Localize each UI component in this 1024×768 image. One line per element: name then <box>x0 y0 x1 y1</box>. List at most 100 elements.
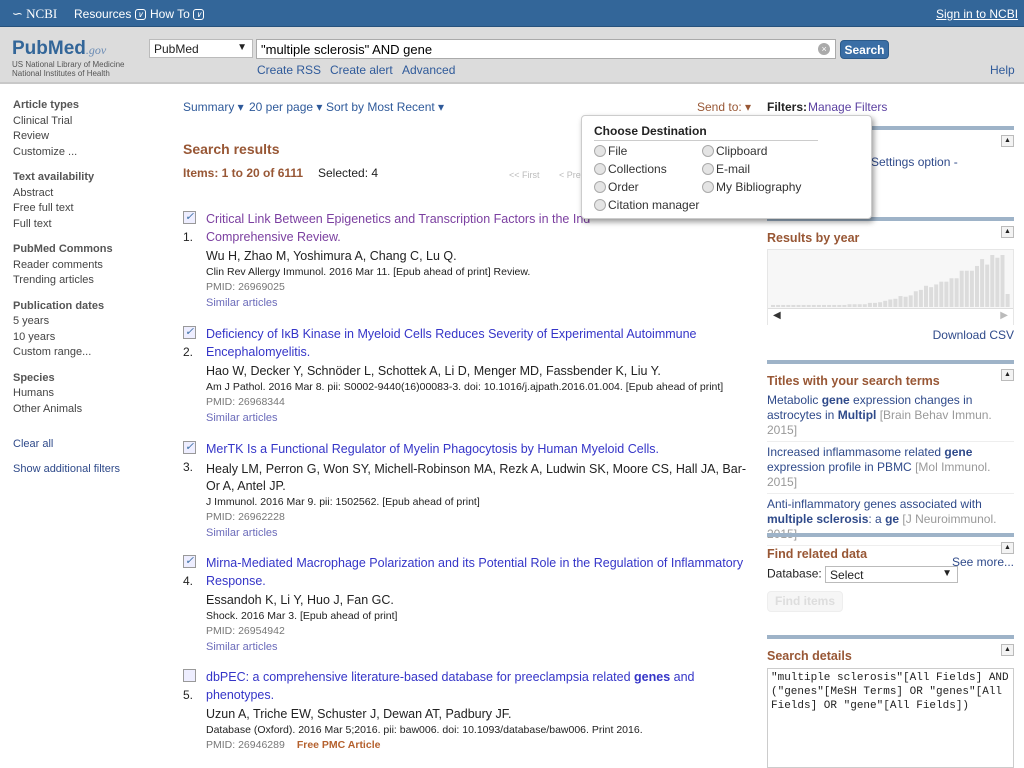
similar-articles-link[interactable]: Similar articles <box>206 412 278 424</box>
filter-item[interactable]: 5 years <box>13 314 120 330</box>
clear-icon[interactable]: × <box>818 43 830 55</box>
year-bar[interactable] <box>811 304 816 307</box>
howto-menu[interactable]: How To ∨ <box>150 7 205 21</box>
year-bar[interactable] <box>806 304 811 307</box>
result-checkbox[interactable]: ✓ <box>183 326 196 339</box>
year-bar[interactable] <box>975 265 979 307</box>
year-bar[interactable] <box>776 304 781 307</box>
sign-in-link[interactable]: Sign in to NCBI <box>936 7 1018 21</box>
summary-format-menu[interactable]: Summary ▾ <box>183 100 244 114</box>
year-bar[interactable] <box>847 304 852 307</box>
destination-option-file[interactable]: File <box>594 144 627 158</box>
year-bar[interactable] <box>796 304 801 307</box>
scroll-left-icon[interactable]: ◀ <box>773 310 781 321</box>
filter-item[interactable]: Custom range... <box>13 345 120 361</box>
filter-item[interactable]: Full text <box>13 217 120 233</box>
result-checkbox[interactable]: ✓ <box>183 211 196 224</box>
collapse-icon[interactable]: ▲ <box>1001 135 1014 147</box>
show-additional-filters-link[interactable]: Show additional filters <box>13 462 120 478</box>
year-bar[interactable] <box>898 296 903 307</box>
filter-item[interactable]: Trending articles <box>13 273 120 289</box>
sort-menu[interactable]: Sort by Most Recent ▾ <box>326 100 444 114</box>
filter-item[interactable]: Reader comments <box>13 258 120 274</box>
filter-item[interactable]: Customize ... <box>13 145 120 161</box>
year-bar[interactable] <box>888 299 893 307</box>
related-database-select[interactable]: Select ▼ <box>825 566 959 583</box>
destination-option-citation-manager[interactable]: Citation manager <box>594 198 699 212</box>
advanced-link[interactable]: Advanced <box>402 63 455 77</box>
create-rss-link[interactable]: Create RSS <box>257 63 321 77</box>
year-bar[interactable] <box>1000 255 1005 307</box>
result-checkbox[interactable]: ✓ <box>183 555 196 568</box>
filter-item[interactable]: Review <box>13 129 120 145</box>
year-bar[interactable] <box>903 296 908 307</box>
result-checkbox[interactable] <box>183 669 196 682</box>
radio-icon[interactable] <box>702 181 714 193</box>
destination-option-e-mail[interactable]: E-mail <box>702 162 750 176</box>
search-details-textarea[interactable]: "multiple sclerosis"[All Fields] AND ("g… <box>767 668 1014 768</box>
title-suggestion-link[interactable]: Metabolic gene expression changes in ast… <box>767 390 1014 442</box>
collapse-icon[interactable]: ▲ <box>1001 369 1014 381</box>
year-bar[interactable] <box>816 304 821 307</box>
radio-icon[interactable] <box>594 199 606 211</box>
similar-articles-link[interactable]: Similar articles <box>206 527 278 539</box>
year-bar[interactable] <box>771 304 775 307</box>
find-items-button[interactable]: Find items <box>767 591 843 612</box>
destination-option-my-bibliography[interactable]: My Bibliography <box>702 180 801 194</box>
send-to-menu[interactable]: Send to: ▾ <box>697 100 751 114</box>
year-bar[interactable] <box>857 304 862 307</box>
year-bar[interactable] <box>791 304 796 307</box>
filter-item[interactable]: 10 years <box>13 330 120 346</box>
year-bar[interactable] <box>954 278 959 307</box>
year-bar[interactable] <box>893 298 898 307</box>
year-bar[interactable] <box>883 300 888 307</box>
scroll-right-icon[interactable]: ▶ <box>1000 310 1008 321</box>
resources-menu[interactable]: Resources ∨ <box>74 7 146 21</box>
year-bar[interactable] <box>934 284 939 307</box>
result-title-link[interactable]: Deficiency of IκB Kinase in Myeloid Cell… <box>206 327 697 359</box>
search-button[interactable]: Search <box>840 40 889 59</box>
similar-articles-link[interactable]: Similar articles <box>206 641 278 653</box>
year-bar[interactable] <box>949 278 954 307</box>
database-select[interactable]: PubMed ▼ <box>149 39 253 58</box>
search-input[interactable]: "multiple sclerosis" AND gene × <box>256 39 836 59</box>
per-page-menu[interactable]: 20 per page ▾ <box>249 100 322 114</box>
filter-item[interactable]: Free full text <box>13 201 120 217</box>
radio-icon[interactable] <box>594 145 606 157</box>
year-bar[interactable] <box>918 289 923 307</box>
year-bar[interactable] <box>852 304 857 307</box>
year-bar[interactable] <box>867 302 872 307</box>
year-bar[interactable] <box>939 281 944 307</box>
radio-icon[interactable] <box>702 163 714 175</box>
create-alert-link[interactable]: Create alert <box>330 63 393 77</box>
similar-articles-link[interactable]: Similar articles <box>206 297 278 309</box>
first-page-link[interactable]: << First <box>509 170 540 180</box>
destination-option-order[interactable]: Order <box>594 180 639 194</box>
radio-icon[interactable] <box>702 145 714 157</box>
destination-option-collections[interactable]: Collections <box>594 162 667 176</box>
title-suggestion-link[interactable]: Increased inflammasome related gene expr… <box>767 442 1014 494</box>
year-bar[interactable] <box>1005 294 1010 307</box>
year-bar[interactable] <box>985 264 990 307</box>
result-title-link[interactable]: Mirna-Mediated Macrophage Polarization a… <box>206 556 743 588</box>
year-bar[interactable] <box>827 304 832 307</box>
result-title-link[interactable]: Critical Link Between Epigenetics and Tr… <box>206 212 590 244</box>
year-bar[interactable] <box>908 295 913 307</box>
radio-icon[interactable] <box>594 181 606 193</box>
filter-item[interactable]: Clinical Trial <box>13 114 120 130</box>
ncbi-logo[interactable]: ∽ NCBI <box>12 6 57 22</box>
year-bar[interactable] <box>837 304 842 307</box>
radio-icon[interactable] <box>594 163 606 175</box>
filter-item[interactable]: Humans <box>13 386 120 402</box>
filter-item[interactable]: Other Animals <box>13 402 120 418</box>
year-bar[interactable] <box>873 302 877 307</box>
year-bar[interactable] <box>959 270 964 307</box>
download-csv-link[interactable]: Download CSV <box>767 328 1014 342</box>
year-bar[interactable] <box>990 255 995 307</box>
collapse-icon[interactable]: ▲ <box>1001 226 1014 238</box>
year-bar[interactable] <box>822 304 826 307</box>
year-bar[interactable] <box>786 304 791 307</box>
year-bar[interactable] <box>944 281 949 307</box>
year-bar[interactable] <box>995 257 1000 307</box>
filter-item[interactable]: Abstract <box>13 186 120 202</box>
